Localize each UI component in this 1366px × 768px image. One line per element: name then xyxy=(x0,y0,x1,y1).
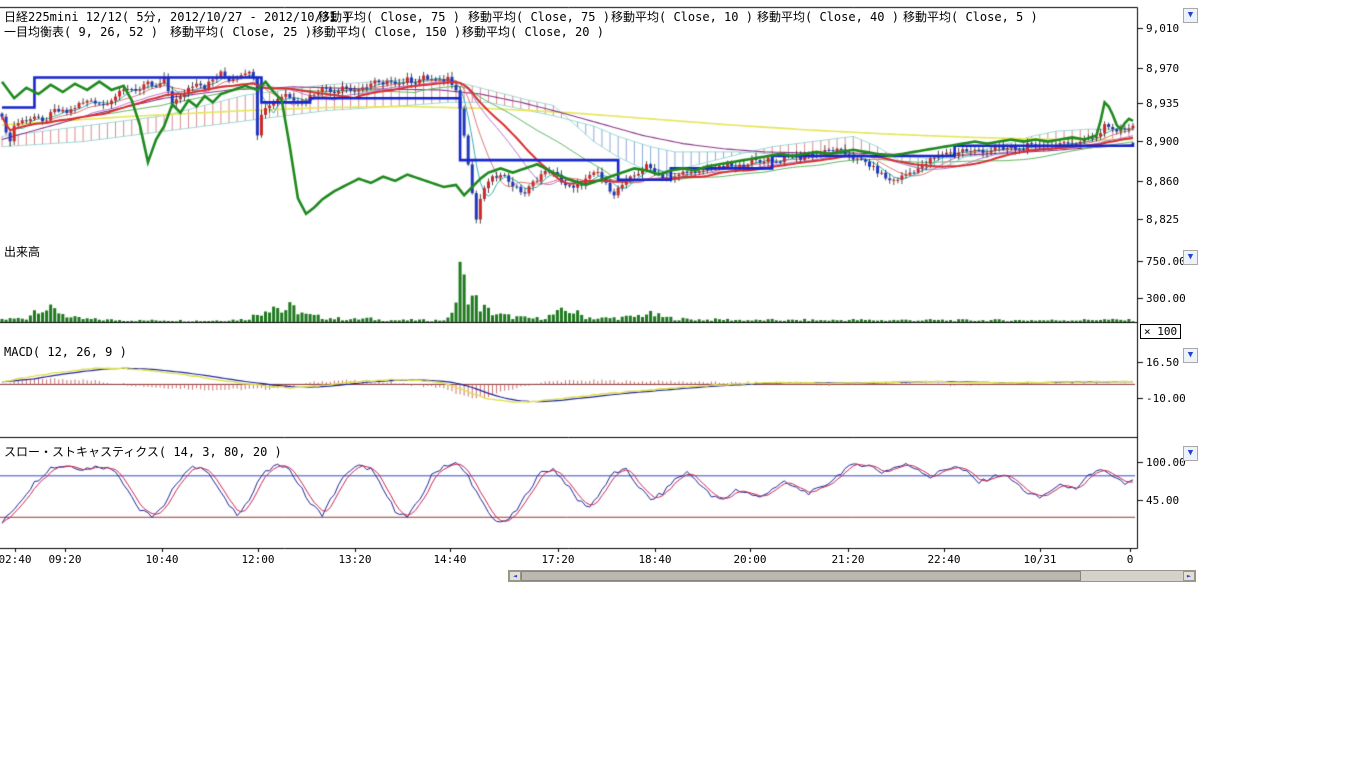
legend-ma40: 移動平均( Close, 40 ) xyxy=(757,8,899,25)
price-panel-dropdown-icon[interactable]: ▼ xyxy=(1183,8,1198,23)
time-label: 20:00 xyxy=(733,553,766,566)
time-label: 22:40 xyxy=(927,553,960,566)
scroll-right-icon[interactable]: ► xyxy=(1183,571,1195,581)
scrollbar-thumb[interactable] xyxy=(521,571,1081,581)
price-axis-label: 8,935 xyxy=(1146,97,1179,110)
scrollbar-track[interactable] xyxy=(1081,571,1183,581)
stoch-axis-label: 100.00 xyxy=(1146,456,1186,469)
time-label: 0 xyxy=(1127,553,1134,566)
chart-plot-area[interactable] xyxy=(0,0,1196,582)
volume-panel-dropdown-icon[interactable]: ▼ xyxy=(1183,250,1198,265)
volume-multiplier-badge: × 100 xyxy=(1140,324,1181,339)
macd-axis-label: -10.00 xyxy=(1146,392,1186,405)
volume-panel-label: 出来高 xyxy=(4,243,40,260)
time-label: 12:00 xyxy=(241,553,274,566)
time-label: 14:40 xyxy=(433,553,466,566)
legend-ma20: 移動平均( Close, 20 ) xyxy=(462,23,604,40)
price-axis-label: 8,900 xyxy=(1146,135,1179,148)
stoch-panel-label: スロー・ストキャスティクス( 14, 3, 80, 20 ) xyxy=(4,443,282,460)
stoch-axis-label: 45.00 xyxy=(1146,494,1179,507)
time-label: 10/31 xyxy=(1023,553,1056,566)
time-label: 21:20 xyxy=(831,553,864,566)
time-label: 13:20 xyxy=(338,553,371,566)
macd-axis-label: 16.50 xyxy=(1146,356,1179,369)
volume-axis-label: 300.00 xyxy=(1146,292,1186,305)
legend-ma5: 移動平均( Close, 5 ) xyxy=(903,8,1038,25)
chart-application-window: 日経225mini 12/12( 5分, 2012/10/27 - 2012/1… xyxy=(0,0,1366,768)
time-label: 02:40 xyxy=(0,553,32,566)
volume-axis-label: 750.00 xyxy=(1146,255,1186,268)
time-label: 17:20 xyxy=(541,553,574,566)
price-axis-label: 8,825 xyxy=(1146,213,1179,226)
horizontal-scrollbar[interactable]: ◄ ► xyxy=(508,570,1196,582)
scroll-left-icon[interactable]: ◄ xyxy=(509,571,521,581)
price-axis-label: 9,010 xyxy=(1146,22,1179,35)
legend-ma10: 移動平均( Close, 10 ) xyxy=(611,8,753,25)
macd-panel-dropdown-icon[interactable]: ▼ xyxy=(1183,348,1198,363)
price-axis-label: 8,970 xyxy=(1146,62,1179,75)
time-label: 10:40 xyxy=(145,553,178,566)
macd-panel-label: MACD( 12, 26, 9 ) xyxy=(4,345,127,359)
stoch-panel-dropdown-icon[interactable]: ▼ xyxy=(1183,446,1198,461)
time-label: 18:40 xyxy=(638,553,671,566)
time-label: 09:20 xyxy=(48,553,81,566)
legend-ma25: 移動平均( Close, 25 ) xyxy=(170,23,312,40)
legend-ma150: 移動平均( Close, 150 ) xyxy=(312,23,461,40)
legend-ichimoku: 一目均衡表( 9, 26, 52 ) xyxy=(4,23,158,40)
price-axis-label: 8,860 xyxy=(1146,175,1179,188)
